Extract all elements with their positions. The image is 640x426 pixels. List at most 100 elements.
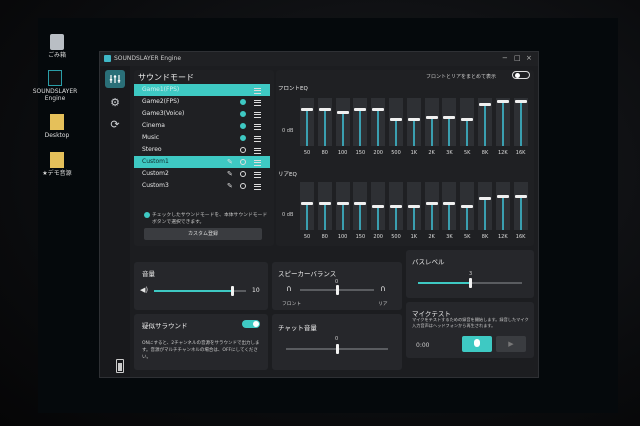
sound-mode-item[interactable]: Game1(FPS) bbox=[134, 84, 270, 96]
mode-check-icon[interactable] bbox=[240, 99, 246, 105]
desktop-folder-icon[interactable]: Desktop bbox=[32, 114, 82, 139]
eq-band-knob[interactable] bbox=[301, 202, 313, 206]
eq-band-knob[interactable] bbox=[336, 110, 349, 114]
eq-band-slider[interactable]: 500 bbox=[389, 96, 403, 160]
pencil-icon[interactable]: ✎ bbox=[227, 156, 233, 168]
eq-band-slider[interactable]: 3K bbox=[442, 180, 457, 244]
speaker-balance-slider[interactable] bbox=[300, 285, 374, 295]
eq-band-slider[interactable]: 1K bbox=[406, 180, 421, 244]
eq-band-slider[interactable]: 1K bbox=[406, 96, 421, 160]
eq-band-knob[interactable] bbox=[443, 115, 456, 119]
sound-mode-item[interactable]: Custom1 ✎ bbox=[134, 156, 270, 168]
virtual-surround-toggle[interactable] bbox=[242, 320, 260, 328]
menu-icon[interactable] bbox=[254, 148, 261, 154]
eq-band-knob[interactable] bbox=[372, 108, 385, 111]
eq-band-slider[interactable]: 200 bbox=[371, 180, 386, 244]
eq-band-slider[interactable]: 150 bbox=[353, 180, 368, 244]
eq-band-slider[interactable]: 80 bbox=[317, 180, 332, 244]
sound-mode-item[interactable]: Game3(Voice) bbox=[134, 108, 270, 120]
menu-icon[interactable] bbox=[254, 160, 261, 166]
menu-icon[interactable] bbox=[254, 100, 261, 106]
menu-icon[interactable] bbox=[254, 88, 261, 94]
mode-check-icon[interactable] bbox=[240, 135, 246, 141]
sound-mode-item[interactable]: Cinema bbox=[134, 120, 270, 132]
bass-slider-knob[interactable] bbox=[468, 278, 472, 288]
eq-band-knob[interactable] bbox=[479, 197, 491, 201]
eq-sync-toggle[interactable] bbox=[512, 71, 530, 79]
pencil-icon[interactable]: ✎ bbox=[227, 168, 233, 180]
eq-band-knob[interactable] bbox=[390, 205, 402, 208]
eq-band-slider[interactable]: 100 bbox=[335, 180, 350, 244]
volume-slider-knob[interactable] bbox=[230, 286, 234, 296]
speaker-balance-knob[interactable] bbox=[335, 285, 339, 295]
play-icon[interactable]: ▶ bbox=[496, 336, 526, 352]
eq-band-knob[interactable] bbox=[425, 202, 438, 206]
eq-band-slider[interactable]: 12K bbox=[495, 180, 510, 244]
eq-band-knob[interactable] bbox=[407, 118, 420, 122]
eq-band-knob[interactable] bbox=[514, 100, 527, 104]
eq-band-slider[interactable]: 12K bbox=[495, 96, 510, 160]
demo-audio-folder-icon[interactable]: ★デモ音源 bbox=[32, 152, 82, 177]
eq-band-slider[interactable]: 50 bbox=[300, 180, 314, 244]
eq-band-knob[interactable] bbox=[461, 118, 474, 122]
mode-check-icon[interactable] bbox=[240, 147, 246, 153]
sound-mode-item[interactable]: Game2(FPS) bbox=[134, 96, 270, 108]
mode-check-icon[interactable] bbox=[240, 159, 246, 165]
menu-icon[interactable] bbox=[254, 112, 261, 118]
eq-band-knob[interactable] bbox=[372, 205, 385, 208]
eq-band-slider[interactable]: 16K bbox=[513, 180, 528, 244]
eq-band-slider[interactable]: 2K bbox=[424, 180, 439, 244]
eq-band-slider[interactable]: 2K bbox=[424, 96, 439, 160]
recycle-bin-desktop-icon[interactable]: ごみ箱 bbox=[32, 34, 82, 59]
eq-band-knob[interactable] bbox=[407, 205, 420, 208]
eq-band-knob[interactable] bbox=[496, 100, 509, 104]
mode-check-icon[interactable] bbox=[240, 87, 246, 93]
volume-slider[interactable] bbox=[154, 286, 246, 296]
menu-icon[interactable] bbox=[254, 184, 261, 190]
eq-band-knob[interactable] bbox=[425, 115, 438, 119]
menu-icon[interactable] bbox=[254, 172, 261, 178]
eq-band-knob[interactable] bbox=[301, 108, 313, 111]
eq-band-knob[interactable] bbox=[479, 102, 491, 106]
refresh-icon[interactable]: ⟳ bbox=[105, 116, 125, 134]
eq-band-knob[interactable] bbox=[461, 205, 474, 208]
gear-icon[interactable]: ⚙ bbox=[105, 94, 125, 112]
eq-band-knob[interactable] bbox=[354, 108, 367, 111]
chat-volume-slider[interactable] bbox=[286, 344, 388, 354]
close-button[interactable]: × bbox=[526, 54, 532, 62]
menu-icon[interactable] bbox=[254, 124, 261, 130]
eq-band-slider[interactable]: 5K bbox=[460, 180, 475, 244]
mic-record-button[interactable] bbox=[462, 336, 492, 352]
eq-band-slider[interactable]: 8K bbox=[478, 96, 492, 160]
eq-band-slider[interactable]: 8K bbox=[478, 180, 492, 244]
mode-check-icon[interactable] bbox=[240, 111, 246, 117]
mode-check-icon[interactable] bbox=[240, 171, 246, 177]
eq-band-slider[interactable]: 150 bbox=[353, 96, 368, 160]
eq-band-slider[interactable]: 500 bbox=[389, 180, 403, 244]
custom-register-button[interactable]: カスタム登録 bbox=[144, 228, 262, 240]
eq-band-slider[interactable]: 80 bbox=[317, 96, 332, 160]
pencil-icon[interactable]: ✎ bbox=[227, 180, 233, 192]
sound-mode-item[interactable]: Custom2 ✎ bbox=[134, 168, 270, 180]
menu-icon[interactable] bbox=[254, 136, 261, 142]
eq-band-knob[interactable] bbox=[443, 202, 456, 206]
sound-mode-item[interactable]: Stereo bbox=[134, 144, 270, 156]
eq-band-slider[interactable]: 200 bbox=[371, 96, 386, 160]
eq-band-knob[interactable] bbox=[318, 202, 331, 206]
sound-mode-item[interactable]: Custom3 ✎ bbox=[134, 180, 270, 192]
eq-band-slider[interactable]: 3K bbox=[442, 96, 457, 160]
minimize-button[interactable]: − bbox=[502, 54, 508, 62]
eq-band-slider[interactable]: 100 bbox=[335, 96, 350, 160]
eq-band-knob[interactable] bbox=[318, 108, 331, 111]
eq-band-knob[interactable] bbox=[336, 202, 349, 206]
eq-band-knob[interactable] bbox=[514, 194, 527, 198]
eq-band-slider[interactable]: 5K bbox=[460, 96, 475, 160]
eq-band-slider[interactable]: 16K bbox=[513, 96, 528, 160]
eq-band-slider[interactable]: 50 bbox=[300, 96, 314, 160]
eq-band-knob[interactable] bbox=[354, 202, 367, 206]
mode-check-icon[interactable] bbox=[240, 183, 246, 189]
mode-check-icon[interactable] bbox=[240, 123, 246, 129]
equalizer-icon[interactable] bbox=[105, 70, 125, 88]
chat-volume-knob[interactable] bbox=[335, 344, 339, 354]
bass-level-slider[interactable] bbox=[418, 278, 522, 288]
